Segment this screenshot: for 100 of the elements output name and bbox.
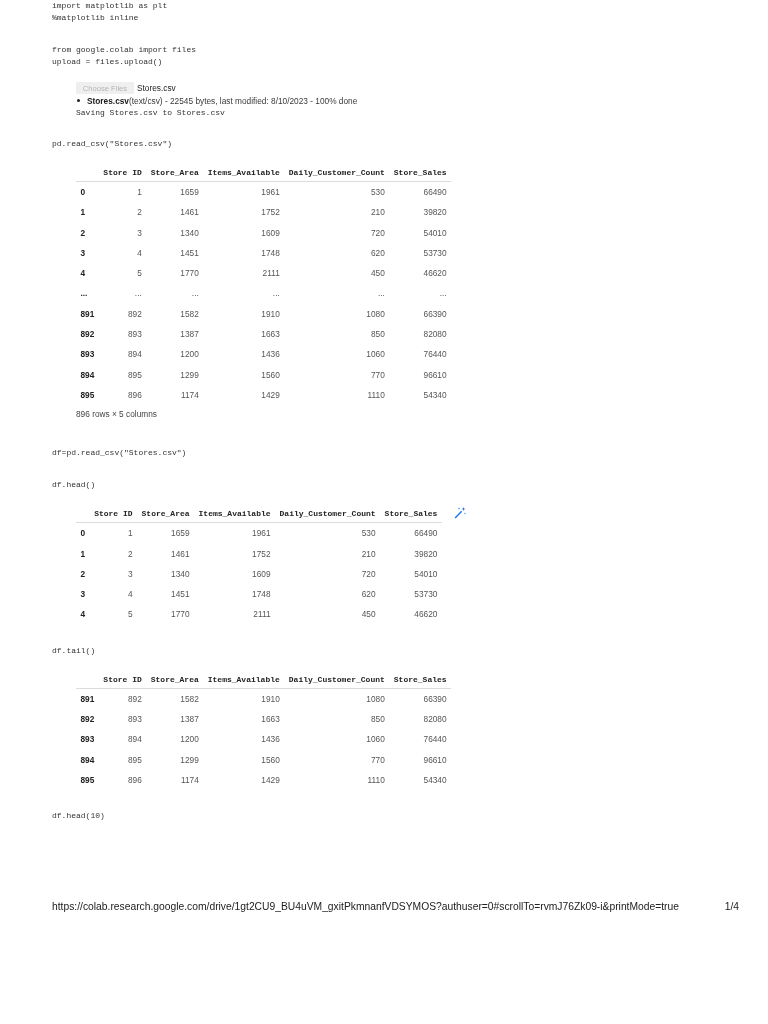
- table-cell-text: 896: [126, 388, 143, 402]
- table-cell-text: 720: [369, 226, 386, 240]
- code-line: upload = files.upload(): [52, 56, 163, 68]
- code-line: pd.read_csv("Stores.csv"): [52, 138, 173, 150]
- table-cell-text: 1752: [251, 547, 272, 561]
- table-cell: 1659: [146, 181, 204, 203]
- code-line: import matplotlib as plt: [52, 0, 168, 12]
- table-cell-text: 1387: [179, 328, 200, 342]
- row-index: 1: [79, 206, 87, 220]
- table-cell-text: 893: [126, 328, 143, 342]
- row-index: 894: [79, 753, 96, 767]
- table-cell: 1582: [146, 688, 204, 710]
- row-index: 1: [79, 547, 87, 561]
- table-cell: 530: [275, 522, 381, 544]
- table-cell-text: ...: [438, 287, 448, 301]
- row-index: ...: [79, 287, 89, 301]
- column-header: Store ID: [98, 164, 147, 182]
- column-header: Store_Sales: [380, 505, 442, 523]
- table-cell-text: 1060: [365, 348, 386, 362]
- row-index: 894: [79, 368, 96, 382]
- table-cell-text: 1174: [179, 773, 200, 787]
- table-cell-text: 1387: [179, 713, 200, 727]
- column-header: Items_Available: [203, 164, 285, 182]
- row-index: 893: [79, 348, 96, 362]
- table-cell-text: 1910: [260, 307, 281, 321]
- table-cell: 66490: [380, 522, 442, 544]
- table-cell-text: 1110: [366, 388, 386, 402]
- table-cell-text: 54340: [422, 388, 448, 402]
- row-index: 3: [79, 588, 87, 602]
- row-index: 4: [79, 608, 87, 622]
- table-cell-text: 1461: [170, 547, 191, 561]
- magic-wand-icon[interactable]: [453, 507, 466, 520]
- table-cell-text: 96610: [422, 368, 448, 382]
- table-cell-text: 39820: [422, 206, 448, 220]
- table-cell-text: 1748: [260, 246, 281, 260]
- table-cell-text: 620: [360, 588, 377, 602]
- column-header: Store_Sales: [389, 670, 452, 689]
- table-cell-text: 5: [126, 608, 134, 622]
- table-cell-text: 770: [369, 753, 386, 767]
- table-cell-text: 54010: [413, 567, 439, 581]
- output-text: Saving Stores.csv to Stores.csv: [76, 107, 225, 118]
- column-header: Store ID: [89, 505, 138, 523]
- row-index: 892: [79, 328, 96, 342]
- table-cell-text: 96610: [422, 753, 448, 767]
- code-line: %matplotlib inline: [52, 12, 139, 24]
- table-cell-text: 5: [136, 267, 143, 281]
- file-name-label: Stores.csv: [137, 82, 176, 94]
- page-url: https://colab.research.google.com/drive/1gt2CU9_BU4uVM_gxitPkmnanfVDSYMOS?authuser=0#scrollTo=rvmJ76Zk09-i&printMode=true: [52, 900, 679, 914]
- table-cell-text: 3: [126, 567, 134, 581]
- table-cell-text: 1770: [179, 267, 200, 281]
- row-index: 2: [79, 567, 87, 581]
- column-header: Items_Available: [194, 505, 276, 523]
- column-header: Store_Area: [146, 164, 204, 182]
- table-cell: 1961: [203, 181, 285, 203]
- table-cell-text: 2111: [261, 267, 281, 281]
- table-cell-text: 1429: [260, 773, 281, 787]
- column-header: Daily_Customer_Count: [284, 164, 390, 182]
- bullet-icon: [77, 99, 80, 102]
- code-line: from google.colab import files: [52, 44, 197, 56]
- table-cell: 530: [284, 181, 390, 203]
- table-cell-text: 1609: [251, 567, 272, 581]
- code-line: df=pd.read_csv("Stores.csv"): [52, 447, 187, 460]
- row-index: 0: [76, 522, 90, 544]
- table-cell-text: 894: [126, 733, 143, 747]
- table-cell-text: 1461: [179, 206, 200, 220]
- row-index: 891: [79, 307, 96, 321]
- table-cell-text: 720: [360, 567, 377, 581]
- table-cell-text: 892: [126, 307, 143, 321]
- table-cell-text: 1560: [260, 368, 281, 382]
- table-cell-text: 1340: [170, 567, 191, 581]
- table-cell-text: 1080: [365, 307, 386, 321]
- table-cell-text: 46620: [413, 608, 439, 622]
- table-cell-text: 1609: [260, 226, 281, 240]
- table-cell-text: 1748: [251, 588, 272, 602]
- table-cell-text: ...: [133, 287, 143, 301]
- table-cell-text: 2: [136, 206, 143, 220]
- table-cell-text: 850: [369, 713, 386, 727]
- table-cell-text: 770: [369, 368, 386, 382]
- table-cell-text: 1436: [260, 733, 281, 747]
- row-index: 4: [79, 267, 87, 281]
- column-header: Items_Available: [203, 670, 285, 689]
- table-cell-text: 1299: [179, 368, 200, 382]
- upload-status-text: Stores.csv(text/csv) - 22545 bytes, last modified: 8/10/2023 - 100% done: [87, 94, 358, 107]
- code-line: df.tail(): [52, 644, 96, 657]
- table-cell: 1910: [203, 688, 285, 710]
- table-cell-text: 39820: [413, 547, 439, 561]
- table-cell-text: 1770: [170, 608, 191, 622]
- table-cell: 1: [89, 522, 138, 544]
- table-cell-text: 54340: [422, 773, 448, 787]
- table-cell-text: 1174: [179, 388, 200, 402]
- table-cell-text: 895: [126, 368, 143, 382]
- row-index: 2: [79, 226, 87, 240]
- table-cell-text: 53730: [422, 246, 448, 260]
- table-cell-text: 82080: [422, 713, 448, 727]
- table-cell-text: 76440: [422, 733, 448, 747]
- table-cell-text: 4: [126, 588, 134, 602]
- table-cell-text: 1110: [366, 773, 386, 787]
- row-index: 893: [79, 733, 96, 747]
- table-cell-text: 450: [360, 608, 377, 622]
- table-cell: 1961: [194, 522, 276, 544]
